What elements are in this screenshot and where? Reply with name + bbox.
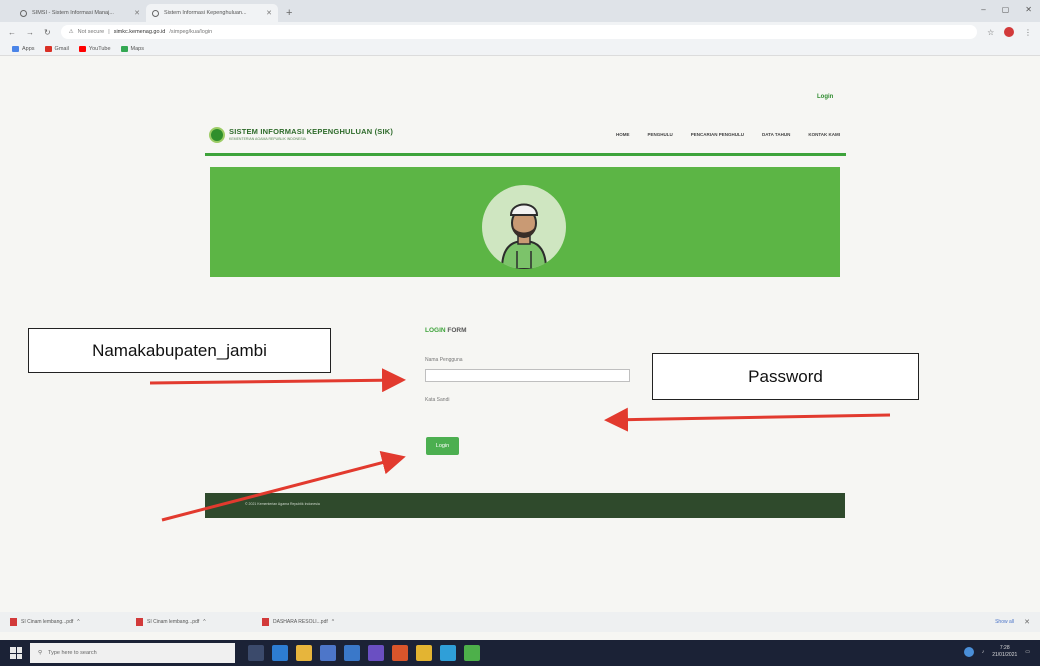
apps-icon [12,45,19,52]
mail-icon[interactable] [344,645,360,661]
show-all-link[interactable]: Show all [995,619,1014,625]
chevron-up-icon[interactable]: ^ [203,619,205,625]
download-item[interactable]: SI Cinam lembang...pdf ^ [136,618,246,626]
chevron-up-icon[interactable]: ^ [332,619,334,625]
warning-icon: ⚠ [68,29,74,35]
url-security: Not secure [77,29,105,35]
password-label: Kata Sandi [425,397,450,403]
file-explorer-icon[interactable] [296,645,312,661]
login-button[interactable]: Login [426,437,459,455]
arrow-to-password [604,407,891,432]
tab-title: Sistem Informasi Kepenghuluan... [164,10,247,16]
site-footer: © 2021 Kementerian Agama Republik Indone… [205,493,845,518]
maximize-icon[interactable]: ▢ [1002,5,1010,14]
taskbar-apps [248,645,480,661]
downloads-bar: SI Cinam lembang...pdf ^ SI Cinam lemban… [0,612,1040,632]
top-login-link[interactable]: Login [817,94,833,100]
taskbar: ⚲ Type here to search ♪ 7:28 21/01/2021 … [0,640,1040,666]
username-label: Nama Pengguna [425,357,463,363]
download-item[interactable]: DASHARA RESOLI...pdf ^ [262,618,372,626]
task-view-icon[interactable] [248,645,264,661]
address-bar: ← → ↻ ⚠ Not secure | simkc.kemenag.go.id… [0,22,1040,42]
site-title: SISTEM INFORMASI KEPENGHULUAN (SIK) [229,127,394,136]
password-input[interactable] [425,406,630,417]
chrome-icon[interactable] [416,645,432,661]
arrow-to-username [149,368,406,393]
star-icon[interactable]: ☆ [987,28,994,37]
search-icon: ⚲ [38,650,43,656]
url-host: simkc.kemenag.go.id [113,29,166,35]
tab-strip: SIMSI - Sistem Informasi Manaj... ✕ Sist… [0,0,1040,22]
new-tab-button[interactable]: + [278,7,300,22]
hero-banner [210,167,840,277]
browser-tab-2[interactable]: Sistem Informasi Kepenghuluan... ✕ [146,4,278,22]
url-path: /simpeg/kua/login [169,29,213,35]
windows-start-icon[interactable] [10,647,22,659]
nav-data-tahun[interactable]: DATA TAHUN [762,132,790,137]
bookmark-gmail[interactable]: Gmail [44,45,69,52]
download-item[interactable]: SI Cinam lembang...pdf ^ [10,618,120,626]
globe-icon [152,9,159,17]
close-icon[interactable]: ✕ [266,9,272,17]
tab-title: SIMSI - Sistem Informasi Manaj... [32,10,114,16]
nav-kontak-kami[interactable]: KONTAK KAMI [808,132,840,137]
nav-penghulu[interactable]: PENGHULU [647,132,672,137]
window-controls: – ▢ ✕ [981,5,1032,14]
maps-icon [120,45,128,52]
login-form-title: LOGIN FORM [425,327,467,334]
main-nav: HOME PENGHULU PENCARIAN PENGHULU DATA TA… [616,132,840,137]
username-callout: Namakabupaten_jambi [28,328,331,373]
pdf-icon [262,618,269,626]
close-window-icon[interactable]: ✕ [1025,5,1032,14]
profile-avatar[interactable] [1004,27,1014,37]
reload-icon[interactable]: ↻ [44,28,51,37]
app-icon[interactable] [464,645,480,661]
bookmark-maps[interactable]: Maps [120,45,144,52]
site-header: SISTEM INFORMASI KEPENGHULUAN (SIK) KEME… [205,120,846,156]
site-subtitle: KEMENTERIAN AGAMA REPUBLIK INDONESIA [229,137,307,141]
network-icon[interactable] [963,647,974,657]
youtube-icon [78,45,86,52]
username-input[interactable] [425,369,630,382]
menu-icon[interactable]: ⋮ [1024,28,1032,37]
pdf-icon [10,618,17,626]
taskbar-search[interactable]: ⚲ Type here to search [30,643,235,663]
app-icon[interactable] [368,645,384,661]
bookmark-apps[interactable]: Apps [12,45,35,52]
bookmark-youtube[interactable]: YouTube [78,45,111,52]
chevron-up-icon[interactable]: ^ [77,619,79,625]
app-icon[interactable] [392,645,408,661]
back-icon[interactable]: ← [8,28,16,37]
globe-icon [20,9,27,17]
nav-pencarian-penghulu[interactable]: PENCARIAN PENGHULU [691,132,744,137]
password-callout: Password [652,353,919,400]
kemenag-logo [209,127,225,143]
notification-icon[interactable]: ▭ [1025,649,1030,655]
person-icon [500,203,548,269]
app-icon[interactable] [440,645,456,661]
gmail-icon [44,45,52,52]
system-tray: ♪ 7:28 21/01/2021 ▭ [963,645,1030,659]
edge-icon[interactable] [272,645,288,661]
nav-home[interactable]: HOME [616,132,630,137]
clock[interactable]: 7:28 21/01/2021 [992,645,1017,659]
forward-icon[interactable]: → [26,28,34,37]
volume-icon[interactable]: ♪ [982,649,985,655]
bookmarks-bar: Apps Gmail YouTube Maps [0,42,1040,56]
url-field[interactable]: ⚠ Not secure | simkc.kemenag.go.id /simp… [60,25,978,39]
browser-tab-1[interactable]: SIMSI - Sistem Informasi Manaj... ✕ [14,4,146,22]
pdf-icon [136,618,143,626]
store-icon[interactable] [320,645,336,661]
close-icon[interactable]: ✕ [134,9,140,17]
minimize-icon[interactable]: – [981,5,985,14]
avatar [482,185,566,269]
close-icon[interactable]: ✕ [1024,618,1030,626]
